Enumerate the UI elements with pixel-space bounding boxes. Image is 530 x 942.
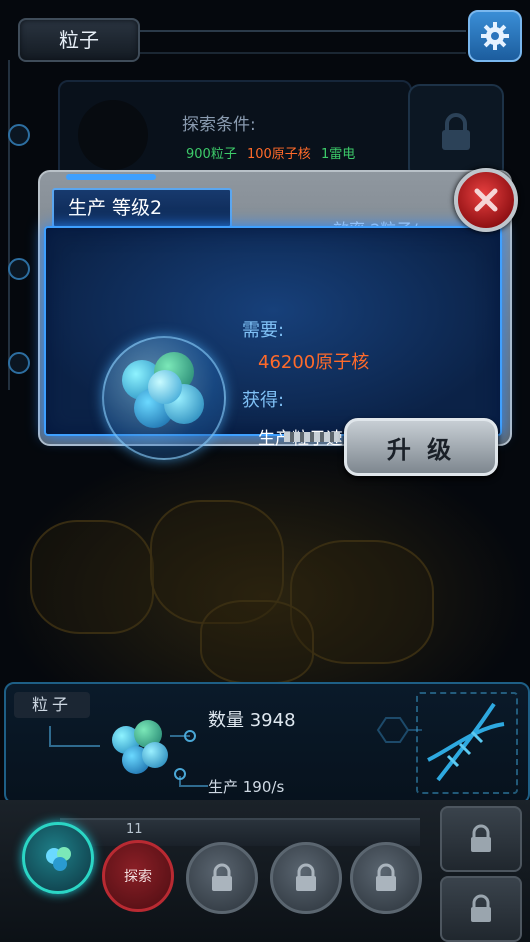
locked-dock-slot[interactable] (350, 842, 422, 914)
requirement-cost: 46200原子核 (258, 352, 370, 373)
requirement-thunder: 1雷电 (320, 147, 356, 162)
particle-icon (46, 847, 71, 871)
upgrade-button[interactable]: 升 级 (344, 418, 498, 476)
locked-item-silhouette (78, 100, 148, 170)
settings-button[interactable] (468, 10, 522, 62)
dialog-content-panel: 需要: 46200原子核 获得: 生产粒子速度x2 (44, 226, 502, 460)
gear-icon (481, 22, 509, 50)
rail-knob (8, 258, 30, 280)
particle-cluster-icon (92, 712, 184, 782)
close-button[interactable] (454, 168, 518, 232)
dna-icon-frame (416, 692, 518, 794)
rail-knob (8, 124, 30, 146)
explore-requirements: 900粒子 100原子核 1雷电 (186, 143, 355, 162)
lock-icon (376, 863, 396, 891)
locked-side-slot[interactable] (440, 806, 522, 872)
upgrade-dialog: 生产 等级2 效率 2粒子/s 需要: 46200原子核 获得: 生产粒子速度x… (38, 168, 518, 476)
requirement-label: 需要: (242, 320, 285, 341)
dialog-title-box: 生产 等级2 (52, 188, 232, 228)
dialog-title: 生产 等级2 (68, 197, 163, 219)
dock-rail (60, 818, 420, 846)
explore-count: 11 (126, 822, 143, 837)
background-rock (30, 520, 154, 634)
resource-name: 粒子 (31, 695, 72, 714)
frame-accent (66, 174, 156, 180)
lock-icon (471, 894, 491, 922)
requirement-particles: 900粒子 (186, 147, 237, 162)
lock-icon (212, 863, 232, 891)
background-rock (200, 600, 314, 684)
locked-side-slot[interactable] (440, 876, 522, 942)
requirement-nuclei: 100原子核 (246, 147, 311, 162)
lock-icon (471, 824, 491, 852)
explore-label: 探索 (124, 869, 152, 885)
explore-conditions-label: 探索条件: (182, 115, 256, 135)
dna-icon (427, 702, 505, 782)
title-tab: 粒子 (18, 18, 140, 62)
locked-dock-slot[interactable] (270, 842, 342, 914)
production-rate: 生产 190/s (208, 778, 285, 796)
resource-tag: 粒子 (14, 692, 90, 718)
particle-count: 数量 3948 (208, 710, 296, 731)
rail-knob (8, 352, 30, 374)
explore-slot-button[interactable]: 探索 (102, 840, 174, 912)
frame-vent (284, 432, 340, 442)
close-icon (474, 188, 498, 212)
particle-slot-button[interactable] (22, 822, 94, 894)
lock-icon (296, 863, 316, 891)
particle-orb-icon (102, 336, 226, 460)
locked-slot[interactable] (408, 84, 504, 180)
locked-dock-slot[interactable] (186, 842, 258, 914)
lock-icon (442, 113, 470, 150)
page-title: 粒子 (59, 28, 99, 52)
upgrade-button-label: 升 级 (386, 435, 456, 464)
reward-label: 获得: (242, 390, 285, 411)
side-rail (8, 60, 30, 390)
top-rail (136, 30, 466, 54)
